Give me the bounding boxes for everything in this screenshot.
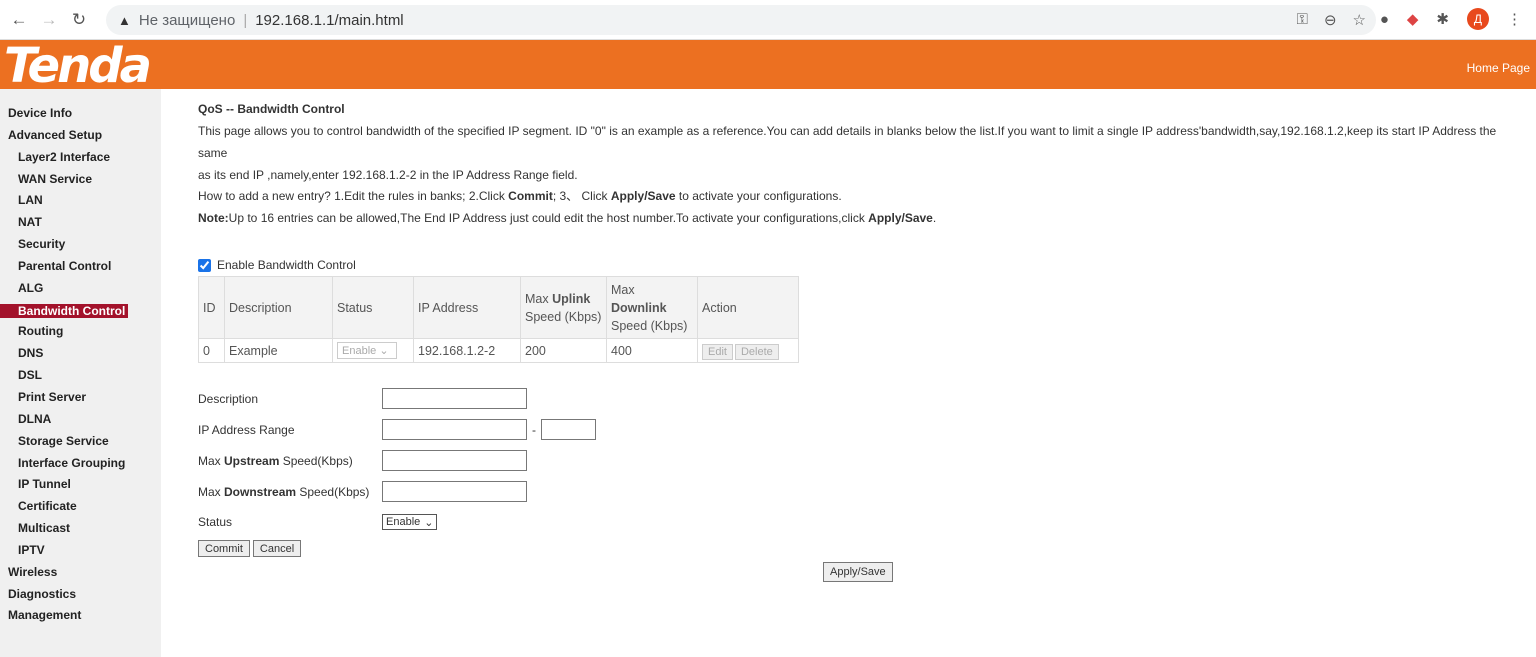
sidebar-item-certificate[interactable]: Certificate <box>0 496 128 518</box>
cell-id: 0 <box>198 338 225 363</box>
row-status-select: Enable ⌄ <box>337 342 397 359</box>
howto-text: How to add a new entry? 1.Edit the rules… <box>198 189 842 204</box>
forward-icon[interactable]: → <box>38 10 60 30</box>
cell-downlink: 400 <box>606 338 698 363</box>
sidebar-item-parental-control[interactable]: Parental Control <box>0 256 128 278</box>
reload-icon[interactable]: ↻ <box>68 10 90 30</box>
cancel-button[interactable]: Cancel <box>252 540 302 557</box>
sidebar-item-routing[interactable]: Routing <box>0 321 128 343</box>
description-label: Description <box>198 391 259 406</box>
sidebar-item-wireless[interactable]: Wireless <box>0 562 128 584</box>
sidebar-item-alg[interactable]: ALG <box>0 278 128 300</box>
status-label: Status <box>198 515 233 529</box>
col-ip: IP Address <box>413 276 521 339</box>
commit-button[interactable]: Commit <box>198 540 250 557</box>
intro-text: This page allows you to control bandwidt… <box>198 124 1497 160</box>
edit-button: Edit <box>702 343 733 360</box>
cell-ip: 192.168.1.2-2 <box>413 338 521 363</box>
rules-table: ID Description Status IP Address Max Upl… <box>198 276 799 363</box>
sidebar-item-ip-tunnel[interactable]: IP Tunnel <box>0 474 128 496</box>
separator: | <box>243 11 248 29</box>
sidebar-item-security[interactable]: Security <box>0 234 128 256</box>
sidebar-item-dns[interactable]: DNS <box>0 343 128 365</box>
enable-checkbox[interactable] <box>198 258 211 272</box>
sidebar-item-iptv[interactable]: IPTV <box>0 540 128 562</box>
ip-start-input[interactable] <box>382 419 527 440</box>
sidebar-item-layer2-interface[interactable]: Layer2 Interface <box>0 147 128 169</box>
intro-text-2: as its end IP ,namely,enter 192.168.1.2-… <box>198 167 578 182</box>
cell-description: Example <box>224 338 333 363</box>
sidebar-item-dlna[interactable]: DLNA <box>0 409 128 431</box>
status-select[interactable]: Enable ⌄ <box>382 514 438 530</box>
warning-icon: ▲ <box>118 12 131 28</box>
star-icon[interactable]: ☆ <box>1353 11 1366 29</box>
col-action: Action <box>697 276 799 339</box>
menu-icon[interactable]: ⋮ <box>1507 10 1522 28</box>
sidebar-item-print-server[interactable]: Print Server <box>0 387 128 409</box>
browser-toolbar: ← → ↻ ▲ Не защищено | 192.168.1.1/main.h… <box>0 0 1536 40</box>
col-downlink: Max Downlink Speed (Kbps) <box>606 276 698 339</box>
apply-save-button[interactable]: Apply/Save <box>823 562 893 582</box>
address-bar[interactable]: ▲ Не защищено | 192.168.1.1/main.html ⚿ ⊖… <box>106 5 1376 35</box>
sidebar-item-dsl[interactable]: DSL <box>0 365 128 387</box>
extension-icon[interactable]: ● <box>1380 11 1389 28</box>
avatar[interactable]: Д <box>1467 8 1489 30</box>
table-row: 0 Example Enable ⌄ 192.168.1.2-2 200 400… <box>198 338 799 363</box>
header-banner: Tenda Home Page <box>0 38 1536 94</box>
note-text: Note:Up to 16 entries can be allowed,The… <box>198 211 937 226</box>
main-content: QoS -- Bandwidth Control This page allow… <box>198 102 1518 582</box>
col-description: Description <box>224 276 333 339</box>
downstream-input[interactable] <box>382 481 527 502</box>
url-text: 192.168.1.1/main.html <box>255 11 404 29</box>
key-icon[interactable]: ⚿ <box>1297 11 1308 29</box>
col-uplink: Max Uplink Speed (Kbps) <box>520 276 607 339</box>
sidebar-item-diagnostics[interactable]: Diagnostics <box>0 584 128 606</box>
downstream-label: Max Downstream Speed(Kbps) <box>198 484 370 499</box>
sidebar-item-bandwidth-control[interactable]: Bandwidth Control <box>0 303 128 318</box>
sidebar-item-advanced-setup[interactable]: Advanced Setup <box>0 125 128 147</box>
enable-bandwidth-control[interactable]: Enable Bandwidth Control <box>198 258 356 272</box>
sidebar-item-nat[interactable]: NAT <box>0 212 128 234</box>
upstream-input[interactable] <box>382 450 527 471</box>
puzzle-icon[interactable]: ✱ <box>1436 10 1449 28</box>
ip-range-label: IP Address Range <box>198 422 295 437</box>
sidebar-item-wan-service[interactable]: WAN Service <box>0 169 128 191</box>
delete-button: Delete <box>734 343 779 360</box>
page-title: QoS -- Bandwidth Control <box>198 102 345 116</box>
col-id: ID <box>198 276 225 339</box>
cell-uplink: 200 <box>520 338 607 363</box>
sidebar-item-lan[interactable]: LAN <box>0 190 128 212</box>
sidebar-item-interface-grouping[interactable]: Interface Grouping <box>0 453 128 475</box>
sidebar-item-multicast[interactable]: Multicast <box>0 518 128 540</box>
upstream-label: Max Upstream Speed(Kbps) <box>198 453 353 468</box>
home-page-link[interactable]: Home Page <box>1467 61 1530 75</box>
extension-icon-2[interactable]: ◆ <box>1407 10 1419 28</box>
back-icon[interactable]: ← <box>8 10 30 30</box>
sidebar: Device Info Advanced Setup Layer2 Interfac… <box>0 89 161 657</box>
chevron-down-icon: ⌄ <box>424 516 434 529</box>
tenda-logo: Tenda <box>4 38 152 94</box>
security-label: Не защищено <box>138 11 236 29</box>
zoom-icon[interactable]: ⊖ <box>1324 11 1337 29</box>
sidebar-item-management[interactable]: Management <box>0 605 128 627</box>
ip-end-input[interactable] <box>541 419 596 440</box>
range-dash: - <box>532 422 536 437</box>
col-status: Status <box>332 276 414 339</box>
description-input[interactable] <box>382 388 527 409</box>
sidebar-item-storage-service[interactable]: Storage Service <box>0 431 128 453</box>
sidebar-item-device-info[interactable]: Device Info <box>0 103 128 125</box>
